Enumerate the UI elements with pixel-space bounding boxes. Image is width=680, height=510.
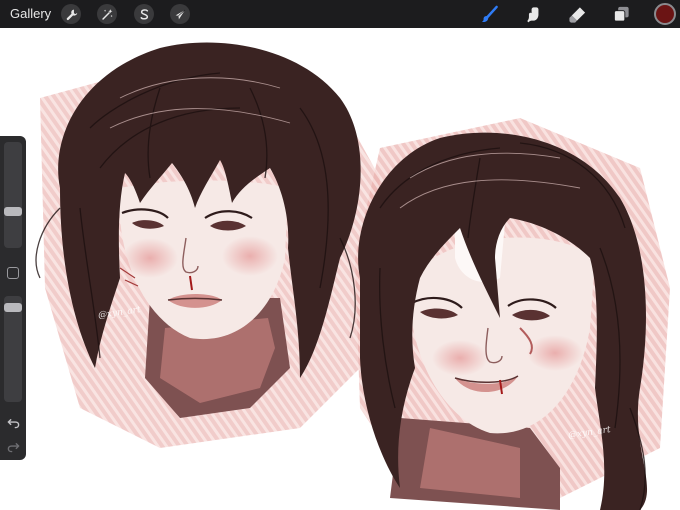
gallery-button[interactable]: Gallery [10, 5, 51, 23]
brush-size-thumb[interactable] [4, 207, 22, 217]
top-toolbar: Gallery [0, 0, 680, 28]
undo-arrow-icon[interactable] [5, 414, 21, 430]
smudge-finger-icon[interactable] [522, 3, 544, 25]
selection-s-icon[interactable] [134, 4, 154, 24]
wrench-icon[interactable] [61, 4, 81, 24]
layers-icon[interactable] [610, 3, 632, 25]
redo-arrow-icon[interactable] [5, 438, 21, 454]
magic-wand-icon[interactable] [97, 4, 117, 24]
drawing-canvas[interactable]: @xyn_art @xyn_art [0, 28, 680, 510]
left-sidebar [0, 136, 26, 460]
right-portrait [358, 132, 648, 510]
opacity-slider[interactable] [4, 296, 22, 402]
brush-icon[interactable] [478, 3, 500, 25]
brush-size-slider[interactable] [4, 142, 22, 248]
eraser-icon[interactable] [566, 3, 588, 25]
opacity-thumb[interactable] [4, 302, 22, 312]
color-swatch[interactable] [654, 3, 676, 25]
modify-button[interactable] [7, 267, 19, 279]
arrow-cursor-icon[interactable] [170, 4, 190, 24]
